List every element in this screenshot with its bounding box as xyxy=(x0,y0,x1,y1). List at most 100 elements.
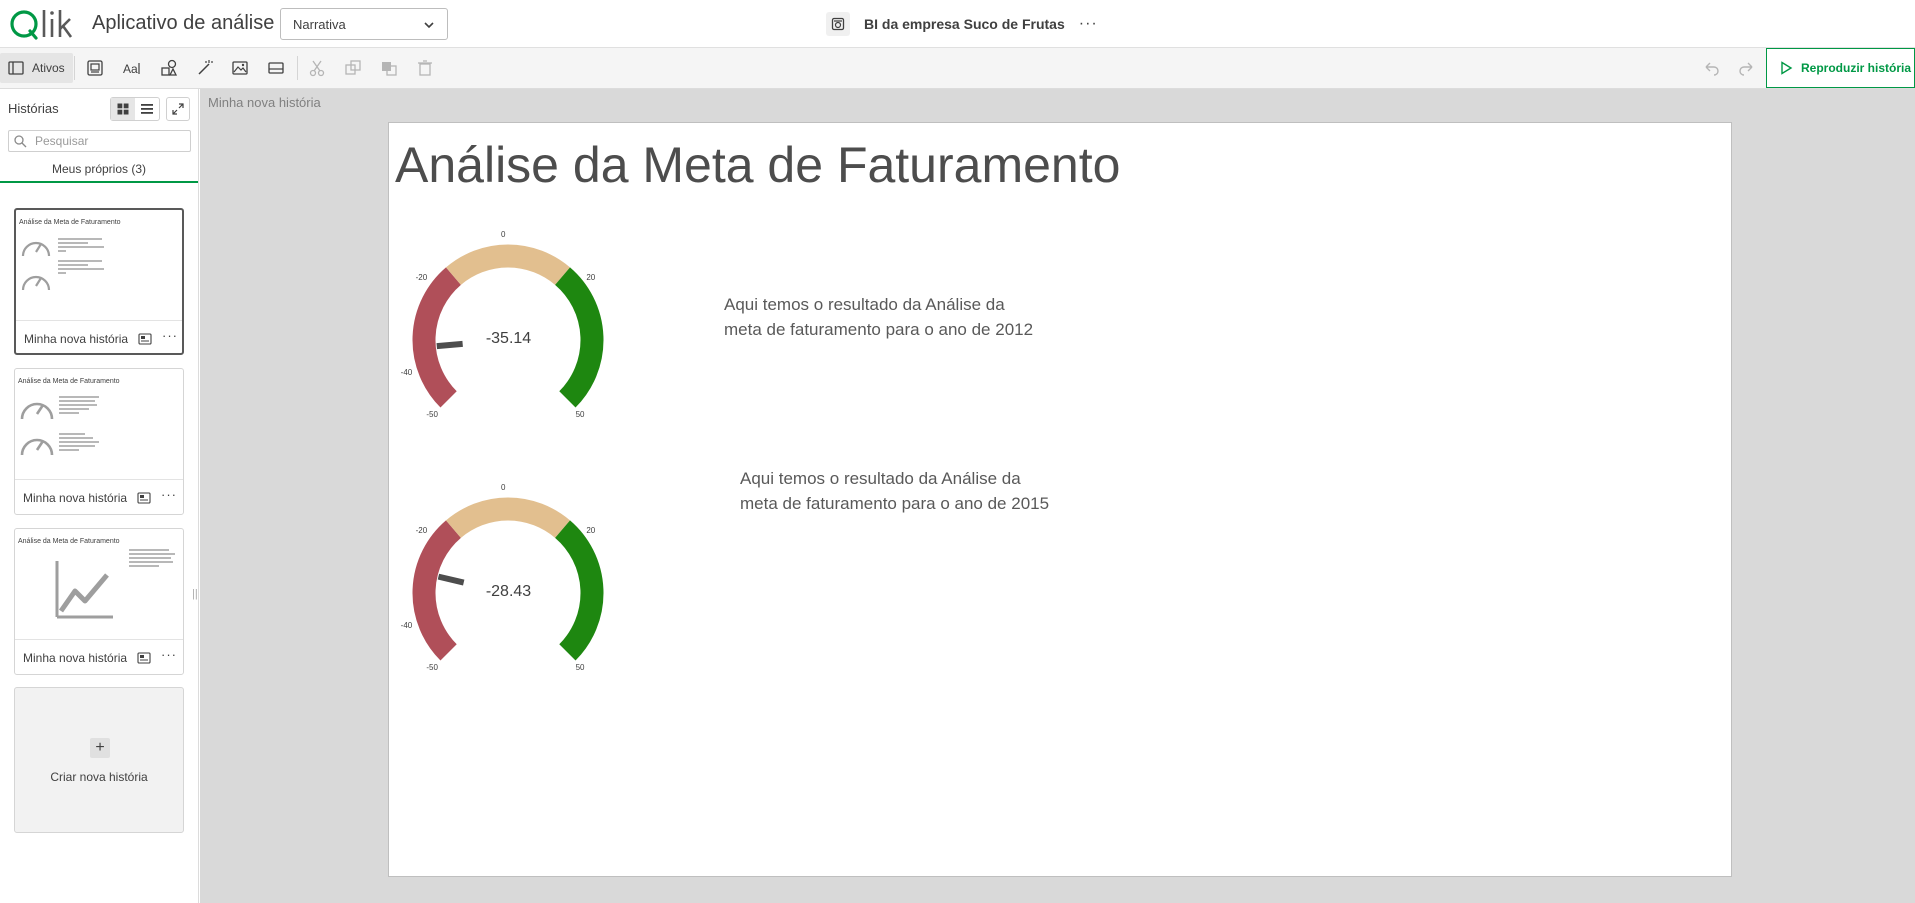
story-card-label: Minha nova história xyxy=(23,651,128,665)
chevron-down-icon xyxy=(423,19,435,31)
sheet-embed-icon xyxy=(267,59,285,77)
grid-icon xyxy=(117,103,129,115)
toolbar-divider xyxy=(297,56,298,80)
search-input[interactable] xyxy=(8,130,191,152)
slide-text-2015[interactable]: Aqui temos o resultado da Análise da met… xyxy=(740,467,1050,516)
gauge-tick-label: 50 xyxy=(575,409,585,419)
story-card-label: Minha nova história xyxy=(24,332,129,346)
list-view-button[interactable] xyxy=(135,98,159,120)
expand-icon xyxy=(172,103,184,115)
delete-button[interactable] xyxy=(413,56,437,80)
slide-title[interactable]: Análise da Meta de Faturamento xyxy=(395,136,1120,194)
story-card[interactable]: Análise da Meta de Faturamento Minha nov… xyxy=(14,528,184,675)
redo-icon xyxy=(1738,59,1756,77)
redo-button[interactable] xyxy=(1735,56,1759,80)
undo-icon xyxy=(1702,59,1720,77)
thumbnail-text-line xyxy=(59,412,79,414)
gauge-svg xyxy=(412,244,604,408)
thumbnail-text-line xyxy=(129,561,173,563)
thumbnail-text-line xyxy=(59,396,99,398)
story-slide[interactable]: Análise da Meta de Faturamento -35.14 -5… xyxy=(388,122,1732,877)
sheet-icon[interactable] xyxy=(826,12,850,36)
gauge-tick-label: -40 xyxy=(400,367,413,377)
qlik-logo[interactable] xyxy=(8,6,78,42)
card-more-button[interactable]: ··· xyxy=(161,647,177,662)
paste-icon xyxy=(380,59,398,77)
panel-resize-handle[interactable]: || xyxy=(192,588,198,600)
gauge-tick-label: 0 xyxy=(501,229,506,239)
story-thumbnail: Análise da Meta de Faturamento xyxy=(16,210,182,320)
cut-button[interactable] xyxy=(305,56,329,80)
story-icon xyxy=(137,492,151,504)
shapes-tool-button[interactable] xyxy=(157,56,181,80)
gauge-chart[interactable]: -28.43 -50 -40 -20 0 20 50 xyxy=(401,483,632,677)
story-icon xyxy=(137,652,151,664)
line-chart-thumbnail-icon xyxy=(55,561,113,619)
thumbnail-title: Análise da Meta de Faturamento xyxy=(18,538,120,545)
search-icon xyxy=(14,135,27,148)
play-story-label: Reproduzir história xyxy=(1801,61,1912,75)
thumbnail-title: Análise da Meta de Faturamento xyxy=(18,378,120,385)
slide-text-2012[interactable]: Aqui temos o resultado da Análise da met… xyxy=(724,293,1034,342)
embed-sheet-button[interactable] xyxy=(264,56,288,80)
effects-tool-button[interactable] xyxy=(193,56,217,80)
gauge-thumbnail-icon xyxy=(20,402,54,456)
paste-button[interactable] xyxy=(377,56,401,80)
undo-button[interactable] xyxy=(1699,56,1723,80)
breadcrumb: Minha nova história xyxy=(208,95,321,110)
thumbnail-text-line xyxy=(58,238,102,240)
card-more-button[interactable]: ··· xyxy=(161,487,177,502)
story-card[interactable]: Análise da Meta de Faturamento Minha nov… xyxy=(14,368,184,515)
panel-icon xyxy=(8,61,24,75)
top-header: Aplicativo de análise Narrativa BI da em… xyxy=(0,0,1915,48)
scissors-icon xyxy=(308,59,326,77)
gauge-chart[interactable]: -35.14 -50 -40 -20 0 20 50 xyxy=(401,230,632,424)
card-footer: Minha nova história ··· xyxy=(15,639,183,674)
thumbnail-text-line xyxy=(59,441,99,443)
gauge-thumbnail-icon xyxy=(21,241,51,291)
sheet-name: BI da empresa Suco de Frutas xyxy=(864,16,1065,32)
card-footer: Minha nova história ··· xyxy=(15,479,183,514)
gauge-tick-label: -40 xyxy=(400,620,413,630)
thumbnail-text-line xyxy=(58,264,88,266)
thumbnail-text-line xyxy=(129,565,159,567)
text-tool-button[interactable]: Aa xyxy=(120,56,144,80)
more-options-button[interactable]: ··· xyxy=(1079,15,1098,33)
snapshot-library-button[interactable] xyxy=(83,56,107,80)
story-card[interactable]: Análise da Meta de Faturamento Minha nov… xyxy=(14,208,184,355)
gauge-value: -35.14 xyxy=(485,330,532,347)
grid-view-button[interactable] xyxy=(111,98,135,120)
card-footer: Minha nova história ··· xyxy=(16,320,182,355)
image-tool-button[interactable] xyxy=(228,56,252,80)
thumbnail-text-line xyxy=(59,433,85,435)
copy-button[interactable] xyxy=(341,56,365,80)
thumbnail-text-line xyxy=(59,449,79,451)
toolbar-divider xyxy=(74,56,75,80)
create-story-button[interactable]: + Criar nova história xyxy=(14,687,184,833)
tab-my-stories[interactable]: Meus próprios (3) xyxy=(0,155,198,183)
assets-label: Ativos xyxy=(32,61,65,75)
image-icon xyxy=(231,59,249,77)
copy-icon xyxy=(344,59,362,77)
assets-toggle-button[interactable]: Ativos xyxy=(0,53,73,83)
thumbnail-text-line xyxy=(58,250,66,252)
story-canvas: Minha nova história Análise da Meta de F… xyxy=(200,89,1915,903)
stories-panel: Histórias Meus próprios (3) Análise da M… xyxy=(0,89,199,903)
story-icon xyxy=(138,333,152,345)
trash-icon xyxy=(416,59,434,77)
play-story-button[interactable]: Reproduzir história xyxy=(1766,48,1915,88)
thumbnail-text-line xyxy=(59,445,95,447)
expand-panel-button[interactable] xyxy=(166,97,190,121)
thumbnail-text-line xyxy=(59,404,97,406)
svg-text:Aa: Aa xyxy=(123,62,138,76)
gauge-value: -28.43 xyxy=(485,583,532,600)
gauge-band xyxy=(445,497,571,539)
gauge-svg xyxy=(412,497,604,661)
mode-select[interactable]: Narrativa xyxy=(280,8,448,40)
gauge-tick-label: 0 xyxy=(501,482,506,492)
shapes-icon xyxy=(160,59,178,77)
thumbnail-text-line xyxy=(58,272,66,274)
sheet-info: BI da empresa Suco de Frutas ··· xyxy=(826,12,1098,36)
gauge-tick-label: -50 xyxy=(426,662,438,672)
card-more-button[interactable]: ··· xyxy=(162,328,178,343)
